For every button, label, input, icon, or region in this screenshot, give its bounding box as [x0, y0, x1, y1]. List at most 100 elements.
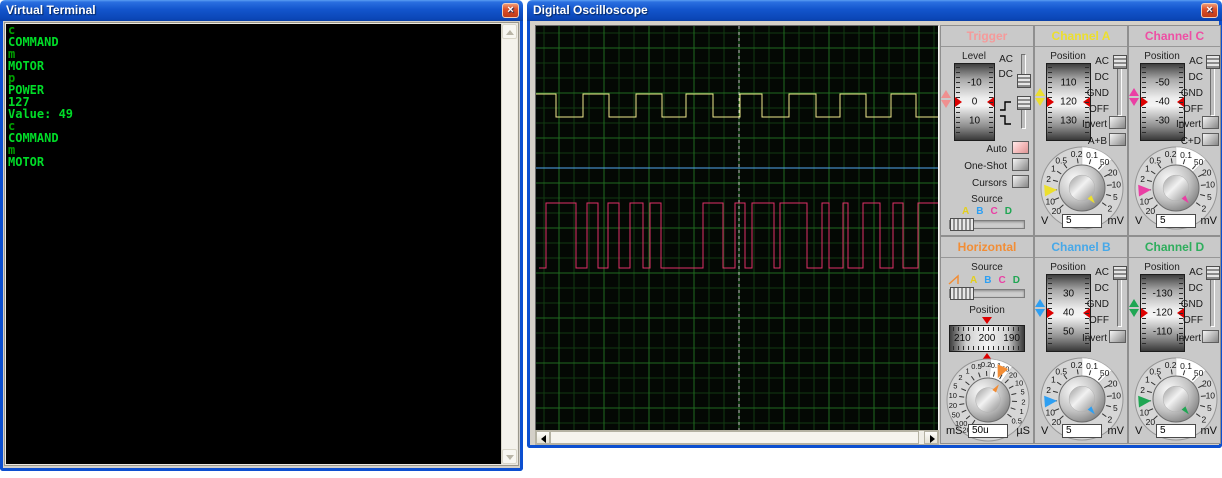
svg-text:1: 1	[1051, 375, 1056, 385]
source-channel-d[interactable]: D	[1005, 206, 1012, 217]
terminal-screen[interactable]: cCOMMANDmMOTORpPOWER127Value: 49cCOMMAND…	[6, 24, 501, 464]
svg-text:2: 2	[1202, 414, 1207, 424]
volts-unit: V	[1135, 425, 1142, 437]
panel-title: Trigger	[941, 26, 1033, 47]
position-cursor-left	[1047, 308, 1054, 318]
source-channel-c[interactable]: C	[999, 275, 1006, 286]
svg-text:2: 2	[1140, 385, 1145, 395]
gain-value[interactable]: 5	[1062, 424, 1102, 438]
svg-text:20: 20	[1108, 167, 1118, 177]
arrow-left-icon	[541, 435, 546, 443]
trigger-cursor-arrows[interactable]	[941, 88, 953, 110]
scrollbar-thumb[interactable]	[550, 431, 919, 444]
volts-unit: V	[1135, 215, 1142, 227]
svg-text:10: 10	[1046, 196, 1056, 206]
svg-text:2: 2	[1021, 397, 1025, 406]
svg-text:10: 10	[949, 391, 957, 400]
invert-button[interactable]	[1202, 116, 1219, 129]
svg-text:1: 1	[1051, 164, 1056, 174]
trigger-coupling-switch[interactable]	[1017, 53, 1031, 88]
gain-value[interactable]: 5	[1156, 424, 1196, 438]
arrow-right-icon	[930, 435, 935, 443]
position-cursor-left	[1047, 97, 1054, 107]
source-channel-a[interactable]: A	[970, 275, 977, 286]
svg-text:0.2: 0.2	[1071, 149, 1083, 159]
svg-text:20: 20	[1052, 417, 1062, 427]
svg-text:1: 1	[1145, 375, 1150, 385]
coupling-switch[interactable]	[1113, 266, 1127, 328]
panel-title: Horizontal	[941, 237, 1033, 258]
channel-b-panel: Channel B Position 30 40 50 AC DC GND OF…	[1034, 236, 1128, 444]
position-cursor-arrows[interactable]	[1129, 86, 1141, 108]
panel-title: Channel B	[1035, 237, 1127, 258]
svg-text:50: 50	[1194, 157, 1204, 167]
position-cursor-arrows[interactable]	[1035, 297, 1047, 319]
trigger-source-letters: ABCD	[941, 206, 1033, 217]
invert-button[interactable]	[1109, 330, 1126, 343]
invert-label: Invert	[1153, 119, 1201, 130]
terminal-line: POWER	[6, 84, 501, 96]
position-cursor-left	[1141, 97, 1148, 107]
svg-text:10: 10	[1140, 196, 1150, 206]
terminal-line: COMMAND	[6, 36, 501, 48]
millivolts-unit: mV	[1108, 425, 1125, 437]
gain-value[interactable]: 5	[1156, 214, 1196, 228]
panel-title: Channel D	[1129, 237, 1220, 258]
channel-a-panel: Channel A Position 110 120 130 AC DC GND…	[1034, 25, 1128, 236]
falling-edge-icon	[999, 114, 1013, 127]
horizontal-position-scale[interactable]: 210 200 190	[949, 325, 1025, 352]
scroll-up-button[interactable]	[502, 24, 517, 39]
auto-label: Auto	[951, 144, 1007, 155]
svg-text:20: 20	[1202, 378, 1212, 388]
timebase-value[interactable]: 50u	[968, 424, 1008, 438]
cursors-button[interactable]	[1012, 175, 1029, 188]
terminal-line: c	[6, 24, 501, 36]
trigger-edge-switch[interactable]	[1017, 96, 1031, 130]
trigger-source-slider[interactable]	[949, 220, 1025, 229]
channel-c-panel: Channel C Position -50 -40 -30 AC DC GND…	[1128, 25, 1221, 236]
invert-button[interactable]	[1202, 330, 1219, 343]
coupling-switch[interactable]	[1206, 55, 1220, 117]
dc-label: DC	[971, 69, 1013, 80]
auto-button[interactable]	[1012, 141, 1029, 154]
coupling-switch[interactable]	[1206, 266, 1220, 328]
one-shot-label: One-Shot	[951, 161, 1007, 172]
gain-value[interactable]: 5	[1062, 214, 1102, 228]
invert-button[interactable]	[1109, 116, 1126, 129]
position-cursor-arrows[interactable]	[1035, 86, 1047, 108]
coupling-switch[interactable]	[1113, 55, 1127, 117]
milliseconds-unit: mS	[946, 425, 963, 437]
terminal-line: COMMAND	[6, 132, 501, 144]
sum-button[interactable]	[1202, 133, 1219, 146]
svg-text:10: 10	[1140, 407, 1150, 417]
svg-text:0.2: 0.2	[1071, 360, 1083, 370]
terminal-scrollbar[interactable]	[501, 24, 517, 464]
trigger-panel: Trigger Level -10 0 10 AC DC Auto	[940, 25, 1034, 236]
horizontal-source-letters: ABCD	[955, 275, 1035, 286]
source-channel-a[interactable]: A	[962, 206, 969, 217]
timebase-scrollbar[interactable]	[535, 430, 939, 445]
scroll-right-button[interactable]	[924, 431, 938, 444]
one-shot-button[interactable]	[1012, 158, 1029, 171]
channel-d-panel: Channel D Position -130 -120 -110 AC DC …	[1128, 236, 1221, 444]
source-channel-b[interactable]: B	[976, 206, 983, 217]
horizontal-source-slider[interactable]	[949, 289, 1025, 298]
position-cursor-arrows[interactable]	[1129, 297, 1141, 319]
oscilloscope-titlebar[interactable]: Digital Oscilloscope ×	[527, 0, 1222, 21]
millivolts-unit: mV	[1201, 425, 1218, 437]
svg-text:0.2: 0.2	[1165, 360, 1177, 370]
virtual-terminal-titlebar[interactable]: Virtual Terminal ×	[0, 0, 523, 21]
scroll-left-button[interactable]	[536, 431, 550, 444]
close-icon[interactable]: ×	[1201, 3, 1218, 18]
source-channel-c[interactable]: C	[991, 206, 998, 217]
scroll-down-button[interactable]	[502, 449, 517, 464]
ac-label: AC	[971, 54, 1013, 65]
source-channel-b[interactable]: B	[984, 275, 991, 286]
volts-unit: V	[1041, 215, 1048, 227]
svg-text:0.1: 0.1	[1086, 150, 1098, 160]
terminal-line: m	[6, 48, 501, 60]
close-icon[interactable]: ×	[502, 3, 519, 18]
sum-button[interactable]	[1109, 133, 1126, 146]
window-title: Digital Oscilloscope	[533, 3, 648, 17]
source-channel-d[interactable]: D	[1013, 275, 1020, 286]
